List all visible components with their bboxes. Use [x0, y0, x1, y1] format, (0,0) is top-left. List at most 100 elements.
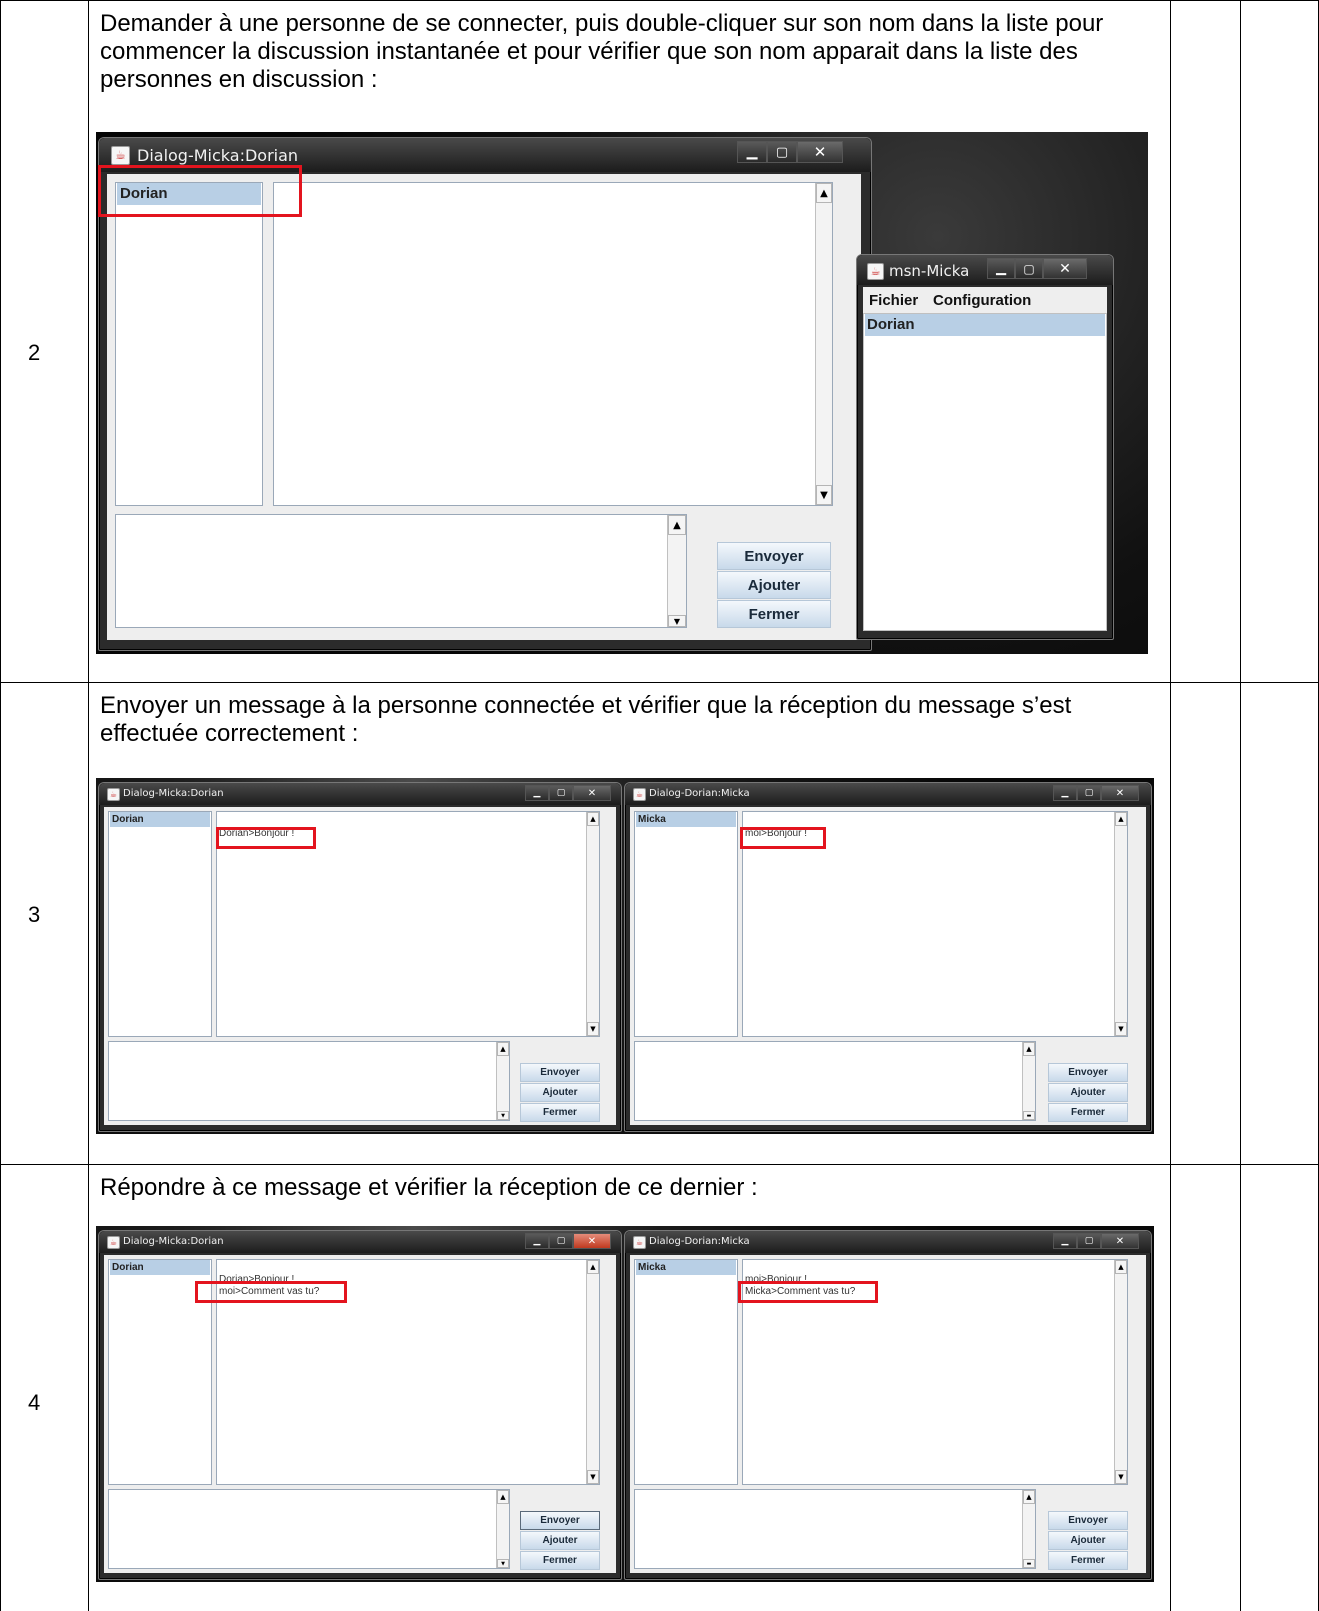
scroll-down-icon[interactable]: ▬ — [1023, 1111, 1035, 1120]
maximize-icon[interactable]: ▢ — [549, 1233, 573, 1249]
scroll-up-icon[interactable]: ▲ — [497, 1042, 509, 1056]
scroll-down-icon[interactable]: ▼ — [1115, 1470, 1127, 1484]
maximize-icon[interactable]: ▢ — [1077, 785, 1101, 801]
minimize-icon[interactable]: ▁ — [987, 258, 1015, 279]
scrollbar[interactable]: ▲ ▼ — [1114, 812, 1127, 1036]
step-instruction: Envoyer un message à la personne connect… — [100, 692, 1072, 747]
send-button[interactable]: Envoyer — [520, 1511, 600, 1530]
maximize-icon[interactable]: ▢ — [1077, 1233, 1101, 1249]
user-list[interactable]: Dorian — [115, 182, 263, 506]
window-title: Dialog-Dorian:Micka — [649, 1236, 750, 1247]
close-button[interactable]: Fermer — [1048, 1551, 1128, 1570]
scrollbar[interactable]: ▲ ▼ — [586, 812, 599, 1036]
maximize-icon[interactable]: ▢ — [1015, 258, 1043, 279]
scrollbar[interactable]: ▲ ▼ — [586, 1260, 599, 1484]
close-button[interactable]: Fermer — [717, 600, 831, 628]
close-button[interactable]: Fermer — [1048, 1103, 1128, 1122]
send-button[interactable]: Envoyer — [1048, 1511, 1128, 1530]
titlebar: ☕ Dialog-Micka:Dorian ▁ ▢ ✕ — [99, 783, 621, 805]
minimize-icon[interactable]: ▁ — [525, 1233, 549, 1249]
user-list-item[interactable]: Micka — [636, 1260, 736, 1275]
user-list-item[interactable]: Micka — [636, 812, 736, 827]
close-button[interactable]: Fermer — [520, 1103, 600, 1122]
scroll-down-icon[interactable]: ▼ — [668, 615, 686, 627]
menu-configuration[interactable]: Configuration — [933, 292, 1031, 309]
scrollbar[interactable]: ▲ ▼ — [815, 183, 832, 505]
send-button[interactable]: Envoyer — [717, 542, 831, 570]
scroll-up-icon[interactable]: ▲ — [668, 515, 686, 535]
user-list[interactable]: Micka — [634, 811, 738, 1037]
maximize-icon[interactable]: ▢ — [549, 785, 573, 801]
java-icon: ☕ — [111, 146, 130, 165]
window-title: Dialog-Dorian:Micka — [649, 788, 750, 799]
highlight-box — [195, 1281, 347, 1303]
scroll-up-icon[interactable]: ▲ — [816, 183, 832, 203]
user-list[interactable]: Dorian — [108, 811, 212, 1037]
send-button[interactable]: Envoyer — [520, 1063, 600, 1082]
add-button[interactable]: Ajouter — [520, 1083, 600, 1102]
column-divider — [1170, 0, 1171, 1611]
scroll-down-icon[interactable]: ▼ — [587, 1022, 599, 1036]
step-instruction: Répondre à ce message et vérifier la réc… — [100, 1174, 758, 1201]
close-icon[interactable]: ✕ — [573, 1233, 611, 1249]
minimize-icon[interactable]: ▁ — [1053, 785, 1077, 801]
scroll-up-icon[interactable]: ▲ — [1023, 1490, 1035, 1504]
scrollbar[interactable]: ▲ ▼ — [667, 515, 686, 627]
user-list-item[interactable]: Dorian — [110, 812, 210, 827]
conversation-area: ▲ ▼ — [273, 182, 833, 506]
message-input[interactable]: ▲ ▼ — [108, 1041, 510, 1121]
dialog-body: Dorian ▲ ▼ ▲ ▼ Envoyer Ajouter Fermer — [107, 174, 861, 640]
table-border-top — [0, 0, 1319, 1]
scroll-up-icon[interactable]: ▲ — [1023, 1042, 1035, 1056]
scrollbar[interactable]: ▲ ▬ — [1022, 1042, 1035, 1120]
scrollbar[interactable]: ▲ ▼ — [496, 1042, 509, 1120]
close-icon[interactable]: ✕ — [573, 785, 611, 801]
minimize-icon[interactable]: ▁ — [525, 785, 549, 801]
close-icon[interactable]: ✕ — [1101, 1233, 1139, 1249]
scrollbar[interactable]: ▲ ▼ — [1114, 1260, 1127, 1484]
scroll-down-icon[interactable]: ▬ — [1023, 1559, 1035, 1568]
message-input[interactable]: ▲ ▬ — [634, 1489, 1036, 1569]
scroll-up-icon[interactable]: ▲ — [497, 1490, 509, 1504]
scrollbar[interactable]: ▲ ▼ — [496, 1490, 509, 1568]
window-title: Dialog-Micka:Dorian — [137, 146, 299, 165]
user-list-item[interactable]: Dorian — [110, 1260, 210, 1275]
scroll-down-icon[interactable]: ▼ — [1115, 1022, 1127, 1036]
minimize-icon[interactable]: ▁ — [737, 141, 767, 163]
message-input[interactable]: ▲ ▬ — [634, 1041, 1036, 1121]
message-input[interactable]: ▲ ▼ — [115, 514, 687, 628]
screenshot-step-2: ☕ Dialog-Micka:Dorian ▁ ▢ ✕ Dorian ▲ ▼ ▲ — [96, 132, 1148, 654]
close-icon[interactable]: ✕ — [1101, 785, 1139, 801]
menu-fichier[interactable]: Fichier — [869, 292, 918, 309]
minimize-icon[interactable]: ▁ — [1053, 1233, 1077, 1249]
scroll-up-icon[interactable]: ▲ — [587, 1260, 599, 1274]
message-input[interactable]: ▲ ▼ — [108, 1489, 510, 1569]
scroll-up-icon[interactable]: ▲ — [1115, 812, 1127, 826]
close-icon[interactable]: ✕ — [1043, 258, 1087, 279]
add-button[interactable]: Ajouter — [1048, 1083, 1128, 1102]
contact-list-item[interactable]: Dorian — [865, 314, 1105, 336]
add-button[interactable]: Ajouter — [1048, 1531, 1128, 1550]
maximize-icon[interactable]: ▢ — [767, 141, 797, 163]
step-number: 2 — [28, 340, 41, 365]
table-border-left — [0, 0, 1, 1611]
row-divider — [0, 1164, 1319, 1165]
send-button[interactable]: Envoyer — [1048, 1063, 1128, 1082]
scroll-down-icon[interactable]: ▼ — [497, 1111, 509, 1120]
close-button[interactable]: Fermer — [520, 1551, 600, 1570]
add-button[interactable]: Ajouter — [520, 1531, 600, 1550]
java-icon: ☕ — [633, 788, 646, 801]
scroll-up-icon[interactable]: ▲ — [587, 812, 599, 826]
window-controls: ▁ ▢ ✕ — [525, 785, 611, 801]
row-divider — [0, 682, 1319, 683]
user-list[interactable]: Micka — [634, 1259, 738, 1485]
contact-list[interactable]: Dorian — [863, 313, 1107, 631]
scroll-down-icon[interactable]: ▼ — [497, 1559, 509, 1568]
scroll-down-icon[interactable]: ▼ — [816, 485, 832, 505]
add-button[interactable]: Ajouter — [717, 571, 831, 599]
scrollbar[interactable]: ▲ ▬ — [1022, 1490, 1035, 1568]
scroll-up-icon[interactable]: ▲ — [1115, 1260, 1127, 1274]
close-icon[interactable]: ✕ — [797, 141, 843, 163]
scroll-down-icon[interactable]: ▼ — [587, 1470, 599, 1484]
window-controls: ▁ ▢ ✕ — [1053, 1233, 1139, 1249]
